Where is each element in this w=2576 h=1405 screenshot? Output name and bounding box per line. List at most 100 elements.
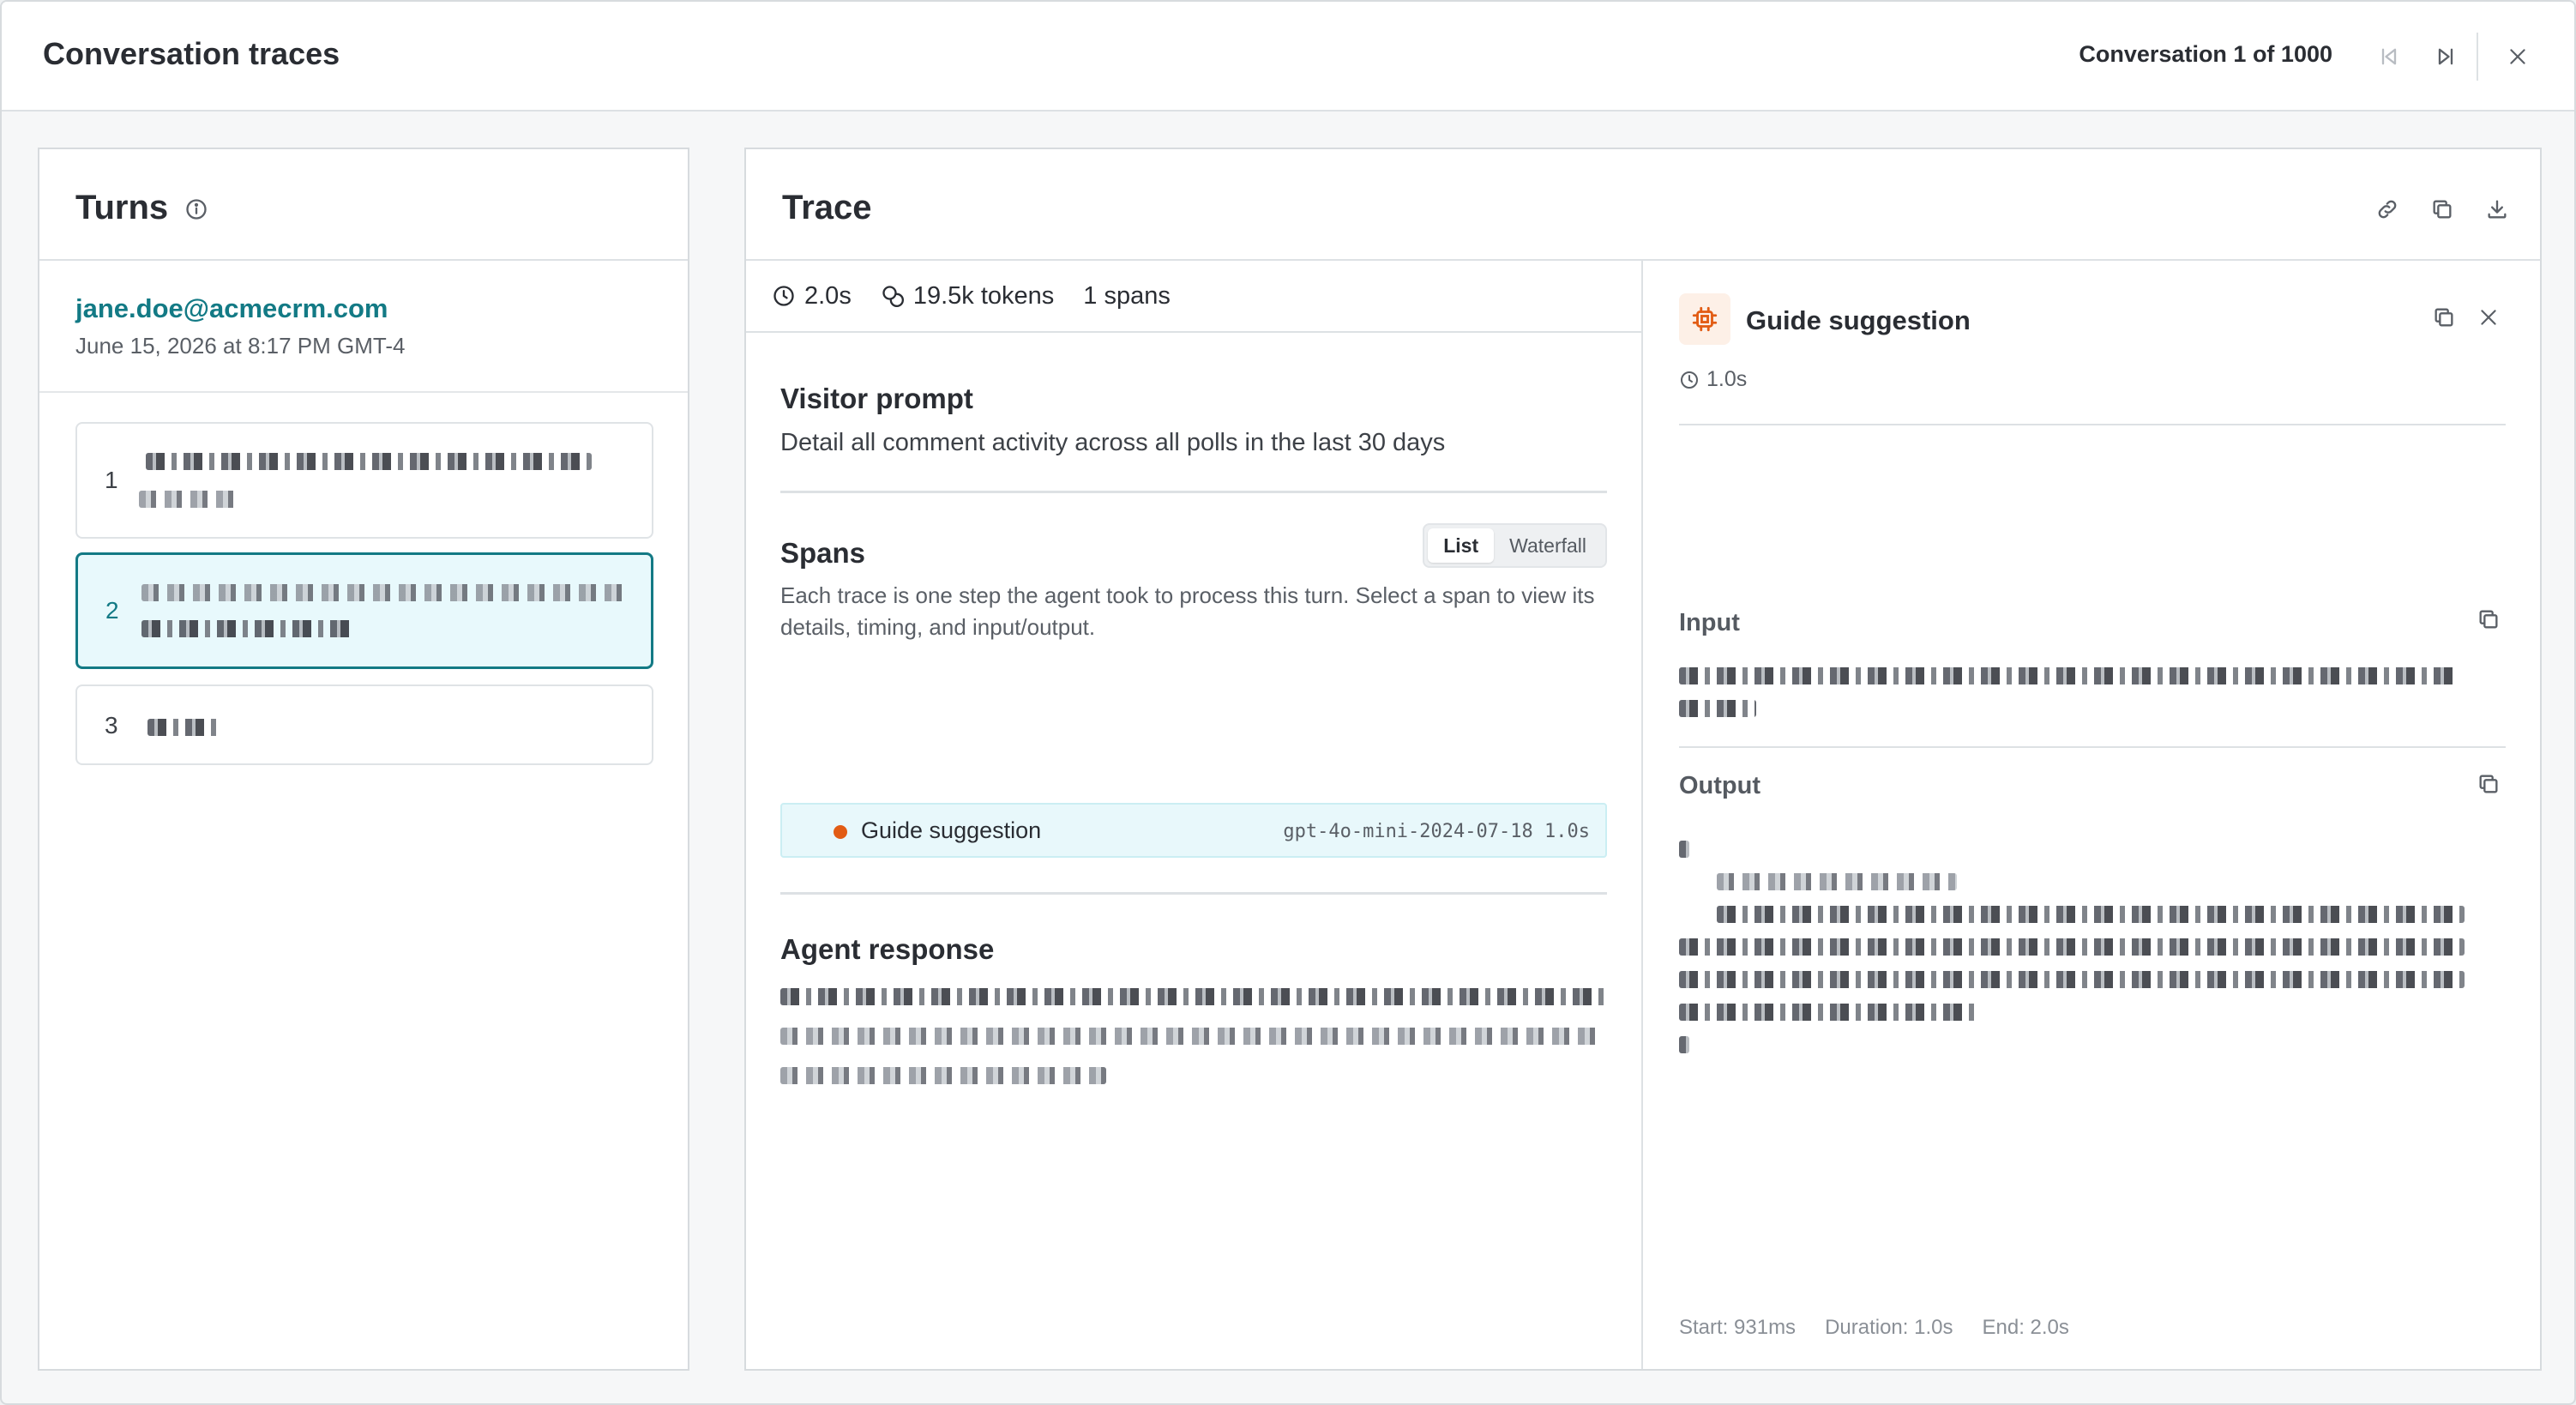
copy-icon [2435, 308, 2453, 327]
conversation-traces-window: Conversation traces Conversation 1 of 10… [0, 0, 2576, 1405]
span-meta: gpt-4o-mini-2024-07-18 1.0s [1283, 821, 1590, 842]
turn-number: 3 [105, 712, 118, 739]
trace-tokens-value: 19.5k tokens [912, 281, 1055, 310]
copy-output-button[interactable] [2471, 767, 2506, 801]
redacted-output-text [1717, 906, 2465, 923]
close-window-button[interactable] [2501, 39, 2535, 74]
coins-icon [882, 286, 904, 307]
copy-trace-button[interactable] [2425, 192, 2459, 226]
divider [780, 892, 1607, 895]
redacted-input-text [1679, 667, 2459, 684]
trace-summary-column: 2.0s 19.5k tokens 1 spans Visitor prompt… [746, 261, 1643, 1369]
agent-response-title: Agent response [780, 933, 995, 965]
turn-item-1[interactable]: 1 [75, 422, 653, 539]
span-duration: 1.0s [1544, 821, 1590, 842]
span-detail-column: Guide suggestion 1.0s Input Output Start… [1645, 261, 2540, 1369]
turns-title: Turns [75, 189, 208, 227]
turns-panel: Turns jane.doe@acmecrm.com June 15, 2026… [38, 148, 689, 1371]
span-name: Guide suggestion [861, 817, 1042, 843]
close-span-detail-button[interactable] [2471, 300, 2506, 335]
last-conversation-button[interactable] [2429, 39, 2463, 74]
input-label: Input [1679, 609, 1740, 636]
trace-span-count-value: 1 spans [1083, 281, 1171, 310]
redacted-output-text [1679, 971, 2465, 988]
trace-actions [2370, 192, 2514, 226]
link-icon [2378, 200, 2397, 219]
output-label: Output [1679, 772, 1761, 799]
trace-panel-header: Trace [746, 149, 2540, 261]
span-end-time: End: 2.0s [1982, 1316, 2069, 1339]
copy-icon [2479, 775, 2498, 793]
redacted-turn-text [141, 584, 627, 601]
divider [780, 491, 1607, 493]
divider [1679, 424, 2506, 425]
skip-first-icon [2381, 48, 2397, 65]
redacted-turn-text [139, 491, 242, 508]
user-date: June 15, 2026 at 8:17 PM GMT-4 [75, 333, 406, 359]
visitor-prompt-title: Visitor prompt [780, 383, 973, 414]
copy-icon [2433, 200, 2452, 219]
download-icon [2488, 200, 2507, 219]
redacted-turn-text [147, 719, 220, 736]
redacted-response-text [780, 1067, 1106, 1084]
turn-number: 2 [105, 597, 119, 624]
copy-span-button[interactable] [2427, 300, 2461, 335]
trace-stats: 2.0s 19.5k tokens 1 spans [746, 261, 1641, 333]
first-conversation-button[interactable] [2372, 39, 2406, 74]
turns-title-text: Turns [75, 189, 169, 226]
copy-link-button[interactable] [2370, 192, 2404, 226]
trace-tokens: 19.5k tokens [881, 282, 1054, 311]
span-type-badge [1679, 293, 1730, 345]
header-divider [2477, 33, 2478, 81]
turn-number: 1 [105, 467, 118, 493]
trace-panel: Trace 2.0s 19.5k tokens 1 spans Visitor … [744, 148, 2542, 1371]
span-detail-title: Guide suggestion [1746, 305, 1971, 335]
span-start-time: Start: 931ms [1679, 1316, 1797, 1339]
redacted-turn-text [146, 453, 592, 470]
trace-duration: 2.0s [772, 282, 852, 311]
download-trace-button[interactable] [2480, 192, 2514, 226]
redacted-output-text [1679, 938, 2465, 956]
redacted-output-text [1679, 1036, 1689, 1053]
turn-item-3[interactable]: 3 [75, 684, 653, 765]
clock-icon [1681, 371, 1698, 389]
info-icon[interactable] [184, 197, 208, 221]
user-email[interactable]: jane.doe@acmecrm.com [75, 293, 388, 324]
cpu-icon [1692, 306, 1718, 332]
clock-icon [773, 286, 794, 306]
spans-view-toggle: List Waterfall [1423, 523, 1607, 568]
user-info: jane.doe@acmecrm.com June 15, 2026 at 8:… [39, 261, 688, 393]
turns-panel-header: Turns [39, 149, 688, 261]
close-icon [2510, 49, 2525, 64]
spans-description: Each trace is one step the agent took to… [780, 582, 1595, 640]
skip-last-icon [2438, 48, 2453, 65]
trace-title: Trace [782, 189, 872, 226]
span-row[interactable]: Guide suggestion gpt-4o-mini-2024-07-18 … [780, 803, 1607, 858]
visitor-prompt-text: Detail all comment activity across all p… [780, 429, 1446, 456]
redacted-turn-text [141, 620, 356, 637]
span-detail-duration-value: 1.0s [1706, 367, 1748, 391]
span-total-duration: Duration: 1.0s [1825, 1316, 1953, 1339]
redacted-output-text [1717, 873, 1957, 890]
redacted-output-text [1679, 1004, 1979, 1021]
trace-span-count: 1 spans [1083, 282, 1171, 311]
toggle-waterfall[interactable]: Waterfall [1494, 528, 1602, 563]
page-title: Conversation traces [43, 36, 340, 71]
copy-input-button[interactable] [2471, 602, 2506, 636]
copy-icon [2479, 610, 2498, 629]
redacted-input-text [1679, 700, 1756, 717]
top-bar: Conversation traces Conversation 1 of 10… [2, 2, 2574, 112]
span-model: gpt-4o-mini-2024-07-18 [1283, 821, 1533, 842]
redacted-response-text [780, 988, 1607, 1005]
divider [1679, 746, 2506, 748]
redacted-response-text [780, 1028, 1604, 1045]
conversation-counter: Conversation 1 of 1000 [2079, 41, 2332, 67]
span-status-dot [834, 825, 847, 839]
turn-item-2[interactable]: 2 [75, 552, 653, 669]
span-detail-duration: 1.0s [1679, 367, 1747, 392]
trace-duration-value: 2.0s [804, 281, 852, 310]
redacted-output-text [1679, 841, 1689, 858]
spans-title: Spans [780, 537, 866, 569]
close-icon [2481, 310, 2496, 325]
toggle-list[interactable]: List [1428, 528, 1495, 563]
